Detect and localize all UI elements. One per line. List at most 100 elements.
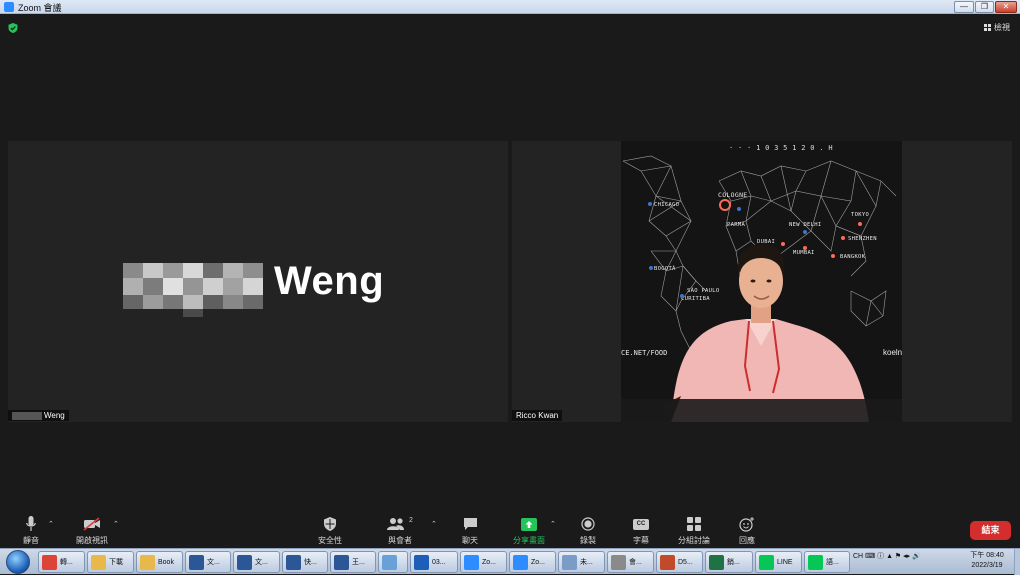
folder-icon xyxy=(140,554,155,570)
paint-icon xyxy=(382,554,397,570)
taskbar-item[interactable]: 語... xyxy=(804,551,850,573)
title-bar[interactable]: Zoom 會議 — ❐ ✕ xyxy=(0,0,1020,14)
system-tray[interactable]: CH ⌨ ⓘ ▲ ⚑ ◂▸ 🔊 xyxy=(853,551,921,561)
taskbar-item[interactable]: D5... xyxy=(656,551,703,573)
minimize-button[interactable]: — xyxy=(954,1,974,13)
mute-label: 靜音 xyxy=(23,536,39,545)
chat-button[interactable]: 聊天 xyxy=(442,516,498,546)
record-label: 錄製 xyxy=(580,536,596,545)
breakout-rooms-label: 分組討論 xyxy=(678,536,710,545)
participants-label: 與會者 xyxy=(388,536,412,545)
audio-icon xyxy=(414,554,429,570)
participants-icon xyxy=(387,518,405,530)
start-video-button[interactable]: 開啟視訊 xyxy=(64,516,120,546)
microphone-icon xyxy=(26,516,36,531)
input-language[interactable]: CH xyxy=(853,553,863,560)
excel-icon xyxy=(709,554,724,570)
taskbar-item[interactable]: 03... xyxy=(410,551,458,573)
taskbar-item-label: 下載 xyxy=(109,559,123,566)
encryption-shield-icon[interactable] xyxy=(8,23,18,33)
share-options-caret[interactable]: ⌃ xyxy=(550,520,556,528)
participants-button[interactable]: 2 與會者 xyxy=(372,516,428,546)
video-options-caret[interactable]: ⌃ xyxy=(113,520,119,528)
shield-icon xyxy=(324,517,336,531)
zoom-window: Zoom 會議 — ❐ ✕ 檢視 Weng Weng · · · 1 0 3 5… xyxy=(0,0,1020,575)
taskbar-item[interactable] xyxy=(378,551,408,573)
zoom-icon xyxy=(464,554,479,570)
taskbar-item-label: 語... xyxy=(826,559,839,566)
taskbar-item-label: LINE xyxy=(777,558,793,566)
taskbar-item[interactable]: 下載 xyxy=(87,551,134,573)
record-button[interactable]: 錄製 xyxy=(560,516,616,546)
taskbar-item-label: 未... xyxy=(580,559,593,566)
zoom-app-icon xyxy=(4,2,14,12)
taskbar-item[interactable]: 會... xyxy=(607,551,654,573)
taskbar-item-label: Zo... xyxy=(531,558,546,566)
line-icon xyxy=(759,554,774,570)
taskbar-item[interactable]: Zo... xyxy=(460,551,507,573)
smiley-icon xyxy=(739,516,754,532)
image-icon xyxy=(660,554,675,570)
taskbar-item[interactable]: Zo... xyxy=(509,551,556,573)
view-button[interactable]: 檢視 xyxy=(984,22,1010,33)
taskbar-item-label: 會... xyxy=(629,559,642,566)
end-meeting-button[interactable]: 結束 xyxy=(970,521,1011,540)
participant-display-name: Weng xyxy=(274,259,385,303)
taskbar-item-label: 銷... xyxy=(727,559,740,566)
taskbar-item-label: 轉... xyxy=(60,559,73,566)
app-icon xyxy=(611,554,626,570)
taskbar-item-label: D5... xyxy=(678,558,693,566)
reactions-button[interactable]: 回應 xyxy=(719,516,775,546)
share-screen-button[interactable]: 分享畫面 xyxy=(501,516,557,546)
participant-name-label: Weng xyxy=(8,410,69,421)
pixelated-name xyxy=(123,263,263,317)
taskbar-item[interactable]: 文... xyxy=(233,551,280,573)
word-icon xyxy=(189,554,204,570)
chat-bubble-icon xyxy=(463,518,477,530)
taskbar-item[interactable]: 文... xyxy=(185,551,231,573)
chat-label: 聊天 xyxy=(462,536,478,545)
chrome-icon xyxy=(42,554,57,570)
participant-tile-ricco-kwan[interactable]: · · · 1 0 3 5 1 2 0 . H CHICAGO COLOGNE … xyxy=(512,141,1012,422)
start-video-label: 開啟視訊 xyxy=(76,536,108,545)
breakout-rooms-button[interactable]: 分組討論 xyxy=(666,516,722,546)
security-button[interactable]: 安全性 xyxy=(302,516,358,546)
taskbar-item-label: Zo... xyxy=(482,558,497,566)
captions-label: 字幕 xyxy=(633,536,649,545)
taskbar-item[interactable]: Book xyxy=(136,551,183,573)
participant-name-label: Ricco Kwan xyxy=(512,410,563,421)
video-feed: · · · 1 0 3 5 1 2 0 . H CHICAGO COLOGNE … xyxy=(621,141,902,422)
breakout-rooms-icon xyxy=(687,517,701,531)
word-icon xyxy=(286,554,301,570)
system-clock[interactable]: 下午 08:40 2022/3/19 xyxy=(962,551,1012,571)
windows-start-button[interactable] xyxy=(6,550,30,574)
view-label: 檢視 xyxy=(994,23,1010,32)
clock-time: 下午 08:40 xyxy=(970,552,1004,559)
taskbar-item[interactable]: 銷... xyxy=(705,551,753,573)
meeting-toolbar: 靜音 ⌃ 開啟視訊 ⌃ 安全性 2 與會者 ⌃ 聊天 分享畫面 ⌃ 錄製 CC … xyxy=(0,510,1020,548)
word-icon xyxy=(334,554,349,570)
taskbar-item-label: 03... xyxy=(432,558,446,566)
maximize-button[interactable]: ❐ xyxy=(975,1,994,13)
folder-icon xyxy=(91,554,106,570)
participants-options-caret[interactable]: ⌃ xyxy=(431,520,437,528)
taskbar-item[interactable]: 快... xyxy=(282,551,328,573)
phone-icon xyxy=(808,554,823,570)
taskbar-item[interactable]: 未... xyxy=(558,551,605,573)
windows-taskbar: 轉... 下載 Book 文... 文... 快... 王... 03... Zo... Zo..… xyxy=(0,548,1020,575)
grid-view-icon xyxy=(984,24,991,31)
security-label: 安全性 xyxy=(318,536,342,545)
taskbar-item[interactable]: 王... xyxy=(330,551,376,573)
notepad-icon xyxy=(562,554,577,570)
clock-date: 2022/3/19 xyxy=(971,562,1003,569)
word-icon xyxy=(237,554,252,570)
taskbar-item[interactable]: 轉... xyxy=(38,551,85,573)
show-desktop-button[interactable] xyxy=(1014,549,1020,575)
captions-button[interactable]: CC 字幕 xyxy=(613,516,669,546)
audio-options-caret[interactable]: ⌃ xyxy=(48,520,54,528)
participant-tile-weng[interactable]: Weng Weng xyxy=(8,141,508,422)
close-button[interactable]: ✕ xyxy=(995,1,1017,13)
zoom-icon xyxy=(513,554,528,570)
taskbar-item[interactable]: LINE xyxy=(755,551,802,573)
video-off-icon xyxy=(83,517,100,531)
